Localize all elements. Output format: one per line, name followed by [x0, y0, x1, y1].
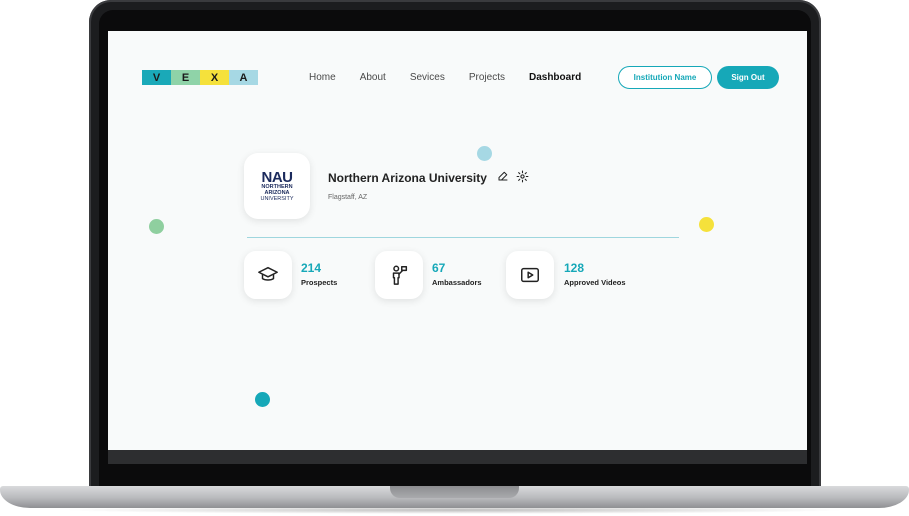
decor-dot-teal [255, 392, 270, 407]
logo-letter-a: A [229, 70, 258, 85]
screen-bottom-bar [108, 450, 807, 464]
laptop-notch [390, 486, 519, 498]
prospects-label: Prospects [301, 278, 338, 287]
decor-dot-yellow [699, 217, 714, 232]
section-divider [247, 237, 679, 238]
prospects-count: 214 [301, 261, 322, 275]
logo-letter-v: V [142, 70, 171, 85]
videos-count: 128 [564, 261, 585, 275]
logo-nau-text: NAU [261, 168, 294, 186]
university-location: Flagstaff, AZ [328, 194, 368, 201]
vexa-logo[interactable]: V E X A [142, 70, 258, 85]
graduation-cap-icon [258, 266, 278, 281]
prospects-icon-card[interactable] [244, 251, 292, 299]
university-logo: NAU NORTHERN ARIZONA UNIVERSITY [244, 153, 310, 219]
play-video-icon [521, 267, 539, 283]
decor-dot-blue [477, 146, 492, 161]
nav-projects[interactable]: Projects [469, 72, 505, 83]
main-nav: Home About Sevices Projects Dashboard [309, 72, 605, 83]
ambassadors-count: 67 [432, 261, 446, 275]
university-name: Northern Arizona University [328, 171, 487, 185]
institution-name-button[interactable]: Institution Name [618, 66, 712, 89]
logo-letter-e: E [171, 70, 200, 85]
nav-home[interactable]: Home [309, 72, 336, 83]
nav-about[interactable]: About [360, 72, 386, 83]
presenter-icon [392, 265, 408, 285]
app-screen: V E X A Home About Sevices Projects Dash… [108, 31, 807, 450]
edit-icon[interactable] [497, 170, 509, 182]
logo-university-text: UNIVERSITY [260, 195, 294, 202]
sign-out-button[interactable]: Sign Out [717, 66, 779, 89]
videos-icon-card[interactable] [506, 251, 554, 299]
logo-letter-x: X [200, 70, 229, 85]
ambassadors-label: Ambassadors [432, 278, 482, 287]
ambassadors-icon-card[interactable] [375, 251, 423, 299]
gear-icon[interactable] [516, 170, 529, 183]
nav-services[interactable]: Sevices [410, 72, 445, 83]
decor-dot-green [149, 219, 164, 234]
videos-label: Approved Videos [564, 278, 626, 287]
nav-dashboard[interactable]: Dashboard [529, 72, 581, 83]
